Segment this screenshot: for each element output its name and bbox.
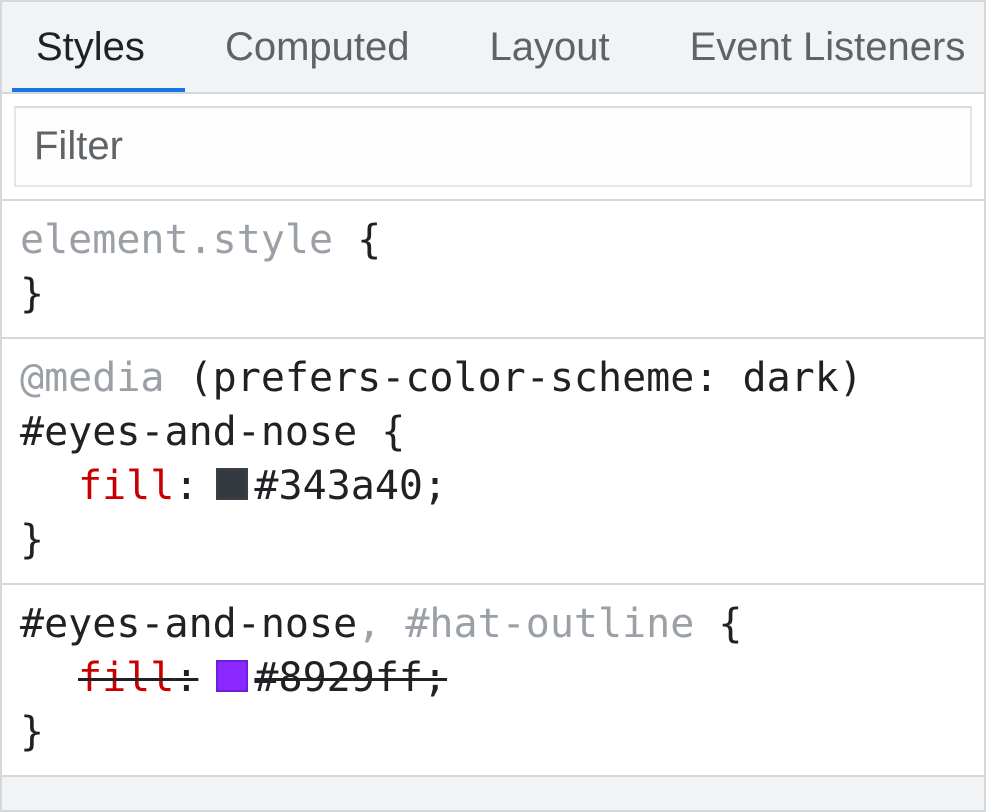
color-swatch-icon[interactable]: [216, 468, 248, 500]
tab-layout[interactable]: Layout: [450, 2, 650, 92]
tab-event-listeners[interactable]: Event Listeners: [650, 2, 984, 92]
colon: :: [174, 651, 198, 705]
selector-comma: ,: [357, 601, 405, 647]
filter-input[interactable]: [14, 106, 972, 187]
semicolon: ;: [423, 651, 447, 705]
brace-open: {: [381, 409, 405, 455]
selector: #eyes-and-nose: [20, 409, 357, 455]
declaration[interactable]: fill: #343a40;: [20, 459, 966, 513]
rules-list: element.style { } @media (prefers-color-…: [2, 201, 984, 777]
at-rule: @media: [20, 355, 165, 401]
media-condition: (prefers-color-scheme: dark): [189, 355, 863, 401]
tab-styles[interactable]: Styles: [12, 2, 185, 92]
selector-active: #eyes-and-nose: [20, 601, 357, 647]
selector: element.style: [20, 217, 333, 263]
colon: :: [174, 459, 198, 513]
brace-close: }: [20, 517, 44, 563]
color-swatch-icon[interactable]: [216, 660, 248, 692]
tab-bar: Styles Computed Layout Event Listeners: [2, 2, 984, 94]
rule-base[interactable]: #eyes-and-nose, #hat-outline { fill: #89…: [2, 585, 984, 777]
property-name: fill: [78, 651, 174, 705]
semicolon: ;: [423, 459, 447, 513]
brace-open: {: [718, 601, 742, 647]
filter-row: [2, 94, 984, 201]
rule-media-dark[interactable]: @media (prefers-color-scheme: dark) #eye…: [2, 339, 984, 585]
brace-open: {: [357, 217, 381, 263]
declaration-overridden[interactable]: fill: #8929ff;: [20, 651, 966, 705]
tab-computed[interactable]: Computed: [185, 2, 450, 92]
brace-close: }: [20, 271, 44, 317]
property-value: #8929ff: [254, 651, 423, 705]
brace-close: }: [20, 709, 44, 755]
styles-panel: Styles Computed Layout Event Listeners e…: [0, 0, 986, 812]
selector-inactive: #hat-outline: [405, 601, 694, 647]
property-name: fill: [78, 459, 174, 513]
rule-element-style[interactable]: element.style { }: [2, 201, 984, 339]
property-value: #343a40: [254, 459, 423, 513]
